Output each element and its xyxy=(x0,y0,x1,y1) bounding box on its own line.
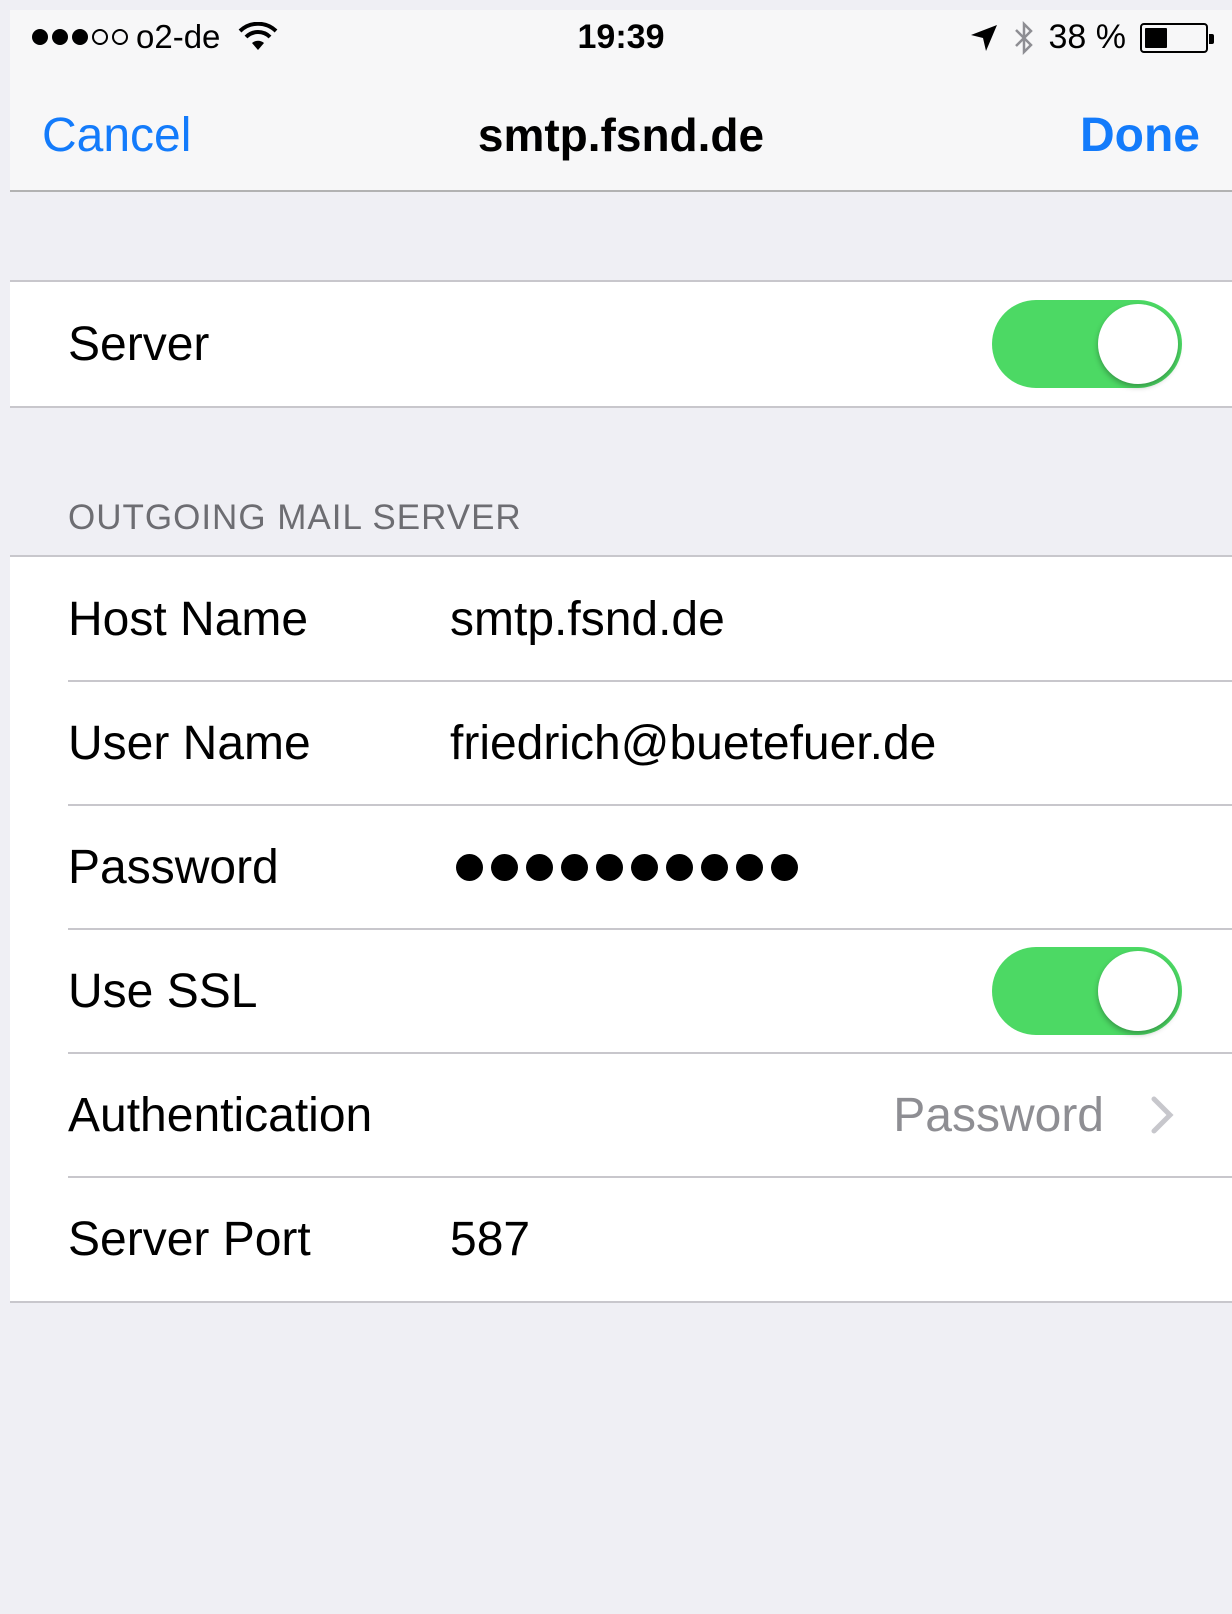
host-name-field[interactable]: smtp.fsnd.de xyxy=(450,592,725,647)
password-dot xyxy=(736,853,763,881)
page-title: smtp.fsnd.de xyxy=(477,109,765,161)
battery-percent: 38 % xyxy=(1048,18,1127,56)
use-ssl-label: Use SSL xyxy=(68,964,258,1018)
password-dot xyxy=(771,853,798,881)
server-group: Server xyxy=(10,280,1232,408)
host-name-label: Host Name xyxy=(68,592,309,646)
use-ssl-row: Use SSL xyxy=(10,928,1232,1053)
status-right: 38 % xyxy=(969,18,1214,57)
password-dot xyxy=(701,853,728,881)
toggle-knob xyxy=(1098,304,1178,384)
battery-tip xyxy=(1209,33,1214,44)
password-field[interactable] xyxy=(456,853,798,881)
bluetooth-icon xyxy=(1014,20,1033,55)
password-dot xyxy=(561,853,588,881)
done-button[interactable]: Done xyxy=(1080,108,1200,163)
password-dot xyxy=(596,853,623,881)
user-name-label: User Name xyxy=(68,716,311,770)
server-label: Server xyxy=(68,317,210,371)
status-bar: o2-de 19:39 38 % xyxy=(10,10,1232,70)
password-dot xyxy=(526,853,553,881)
server-port-row[interactable]: Server Port 587 xyxy=(10,1176,1232,1301)
password-dot xyxy=(631,853,658,881)
host-name-row[interactable]: Host Name smtp.fsnd.de xyxy=(10,557,1232,681)
user-name-row[interactable]: User Name friedrich@buetefuer.de xyxy=(10,680,1232,805)
toggle-knob xyxy=(1098,951,1178,1031)
location-arrow-icon xyxy=(970,24,997,51)
top-bar: o2-de 19:39 38 % Cancel smtp.fsnd.de Don… xyxy=(10,10,1232,192)
battery-icon xyxy=(1140,22,1214,53)
server-port-label: Server Port xyxy=(68,1212,311,1266)
outgoing-server-group: Host Name smtp.fsnd.de User Name friedri… xyxy=(10,555,1232,1303)
password-dot xyxy=(491,853,518,881)
use-ssl-toggle[interactable] xyxy=(992,947,1182,1035)
server-port-field[interactable]: 587 xyxy=(450,1212,530,1267)
section-header-outgoing: OUTGOING MAIL SERVER xyxy=(68,498,522,537)
password-dot xyxy=(666,853,693,881)
password-row[interactable]: Password xyxy=(10,804,1232,929)
authentication-label: Authentication xyxy=(68,1088,373,1142)
authentication-row[interactable]: Authentication Password xyxy=(10,1052,1232,1177)
password-dot xyxy=(456,853,483,881)
chevron-right-icon xyxy=(1151,1096,1174,1134)
server-row: Server xyxy=(10,282,1232,406)
password-label: Password xyxy=(68,840,279,894)
battery-fill xyxy=(1145,27,1168,48)
authentication-value: Password xyxy=(893,1088,1104,1142)
user-name-field[interactable]: friedrich@buetefuer.de xyxy=(450,716,936,771)
server-toggle[interactable] xyxy=(992,300,1182,388)
navigation-bar: Cancel smtp.fsnd.de Done xyxy=(10,80,1232,190)
